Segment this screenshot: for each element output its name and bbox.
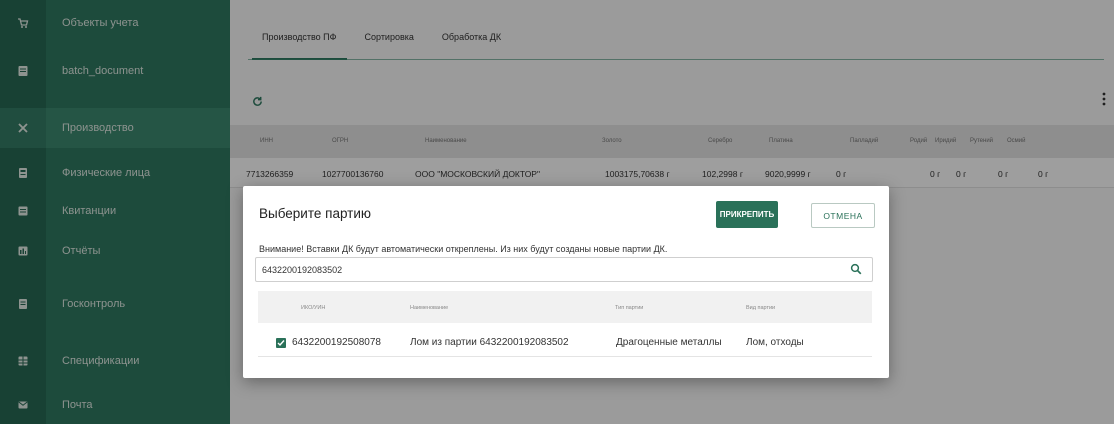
- batch-type: Драгоценные металлы: [616, 337, 722, 348]
- row-checkbox[interactable]: [276, 338, 286, 348]
- dialog-title: Выберите партию: [259, 206, 372, 221]
- batch-row[interactable]: 6432200192508078 Лом из партии 643220019…: [258, 327, 872, 357]
- warning-text: Внимание! Вставки ДК будут автоматически…: [259, 244, 668, 254]
- search-field[interactable]: [255, 257, 873, 282]
- cancel-button[interactable]: ОТМЕНА: [811, 203, 875, 228]
- search-input[interactable]: [262, 261, 822, 279]
- column-header[interactable]: Вид партии: [746, 305, 775, 311]
- batch-id: 6432200192508078: [292, 337, 381, 348]
- column-header[interactable]: Наименование: [410, 305, 448, 311]
- batch-table-header: ИКО/УИН Наименование Тип партии Вид парт…: [258, 291, 872, 323]
- column-header[interactable]: Тип партии: [615, 305, 643, 311]
- search-icon[interactable]: [850, 262, 864, 276]
- column-header[interactable]: ИКО/УИН: [301, 305, 325, 311]
- batch-name: Лом из партии 6432200192083502: [410, 337, 569, 348]
- batch-kind: Лом, отходы: [746, 337, 804, 348]
- select-batch-dialog: Выберите партию ПРИКРЕПИТЬ ОТМЕНА Вниман…: [243, 186, 889, 378]
- attach-button[interactable]: ПРИКРЕПИТЬ: [716, 201, 778, 228]
